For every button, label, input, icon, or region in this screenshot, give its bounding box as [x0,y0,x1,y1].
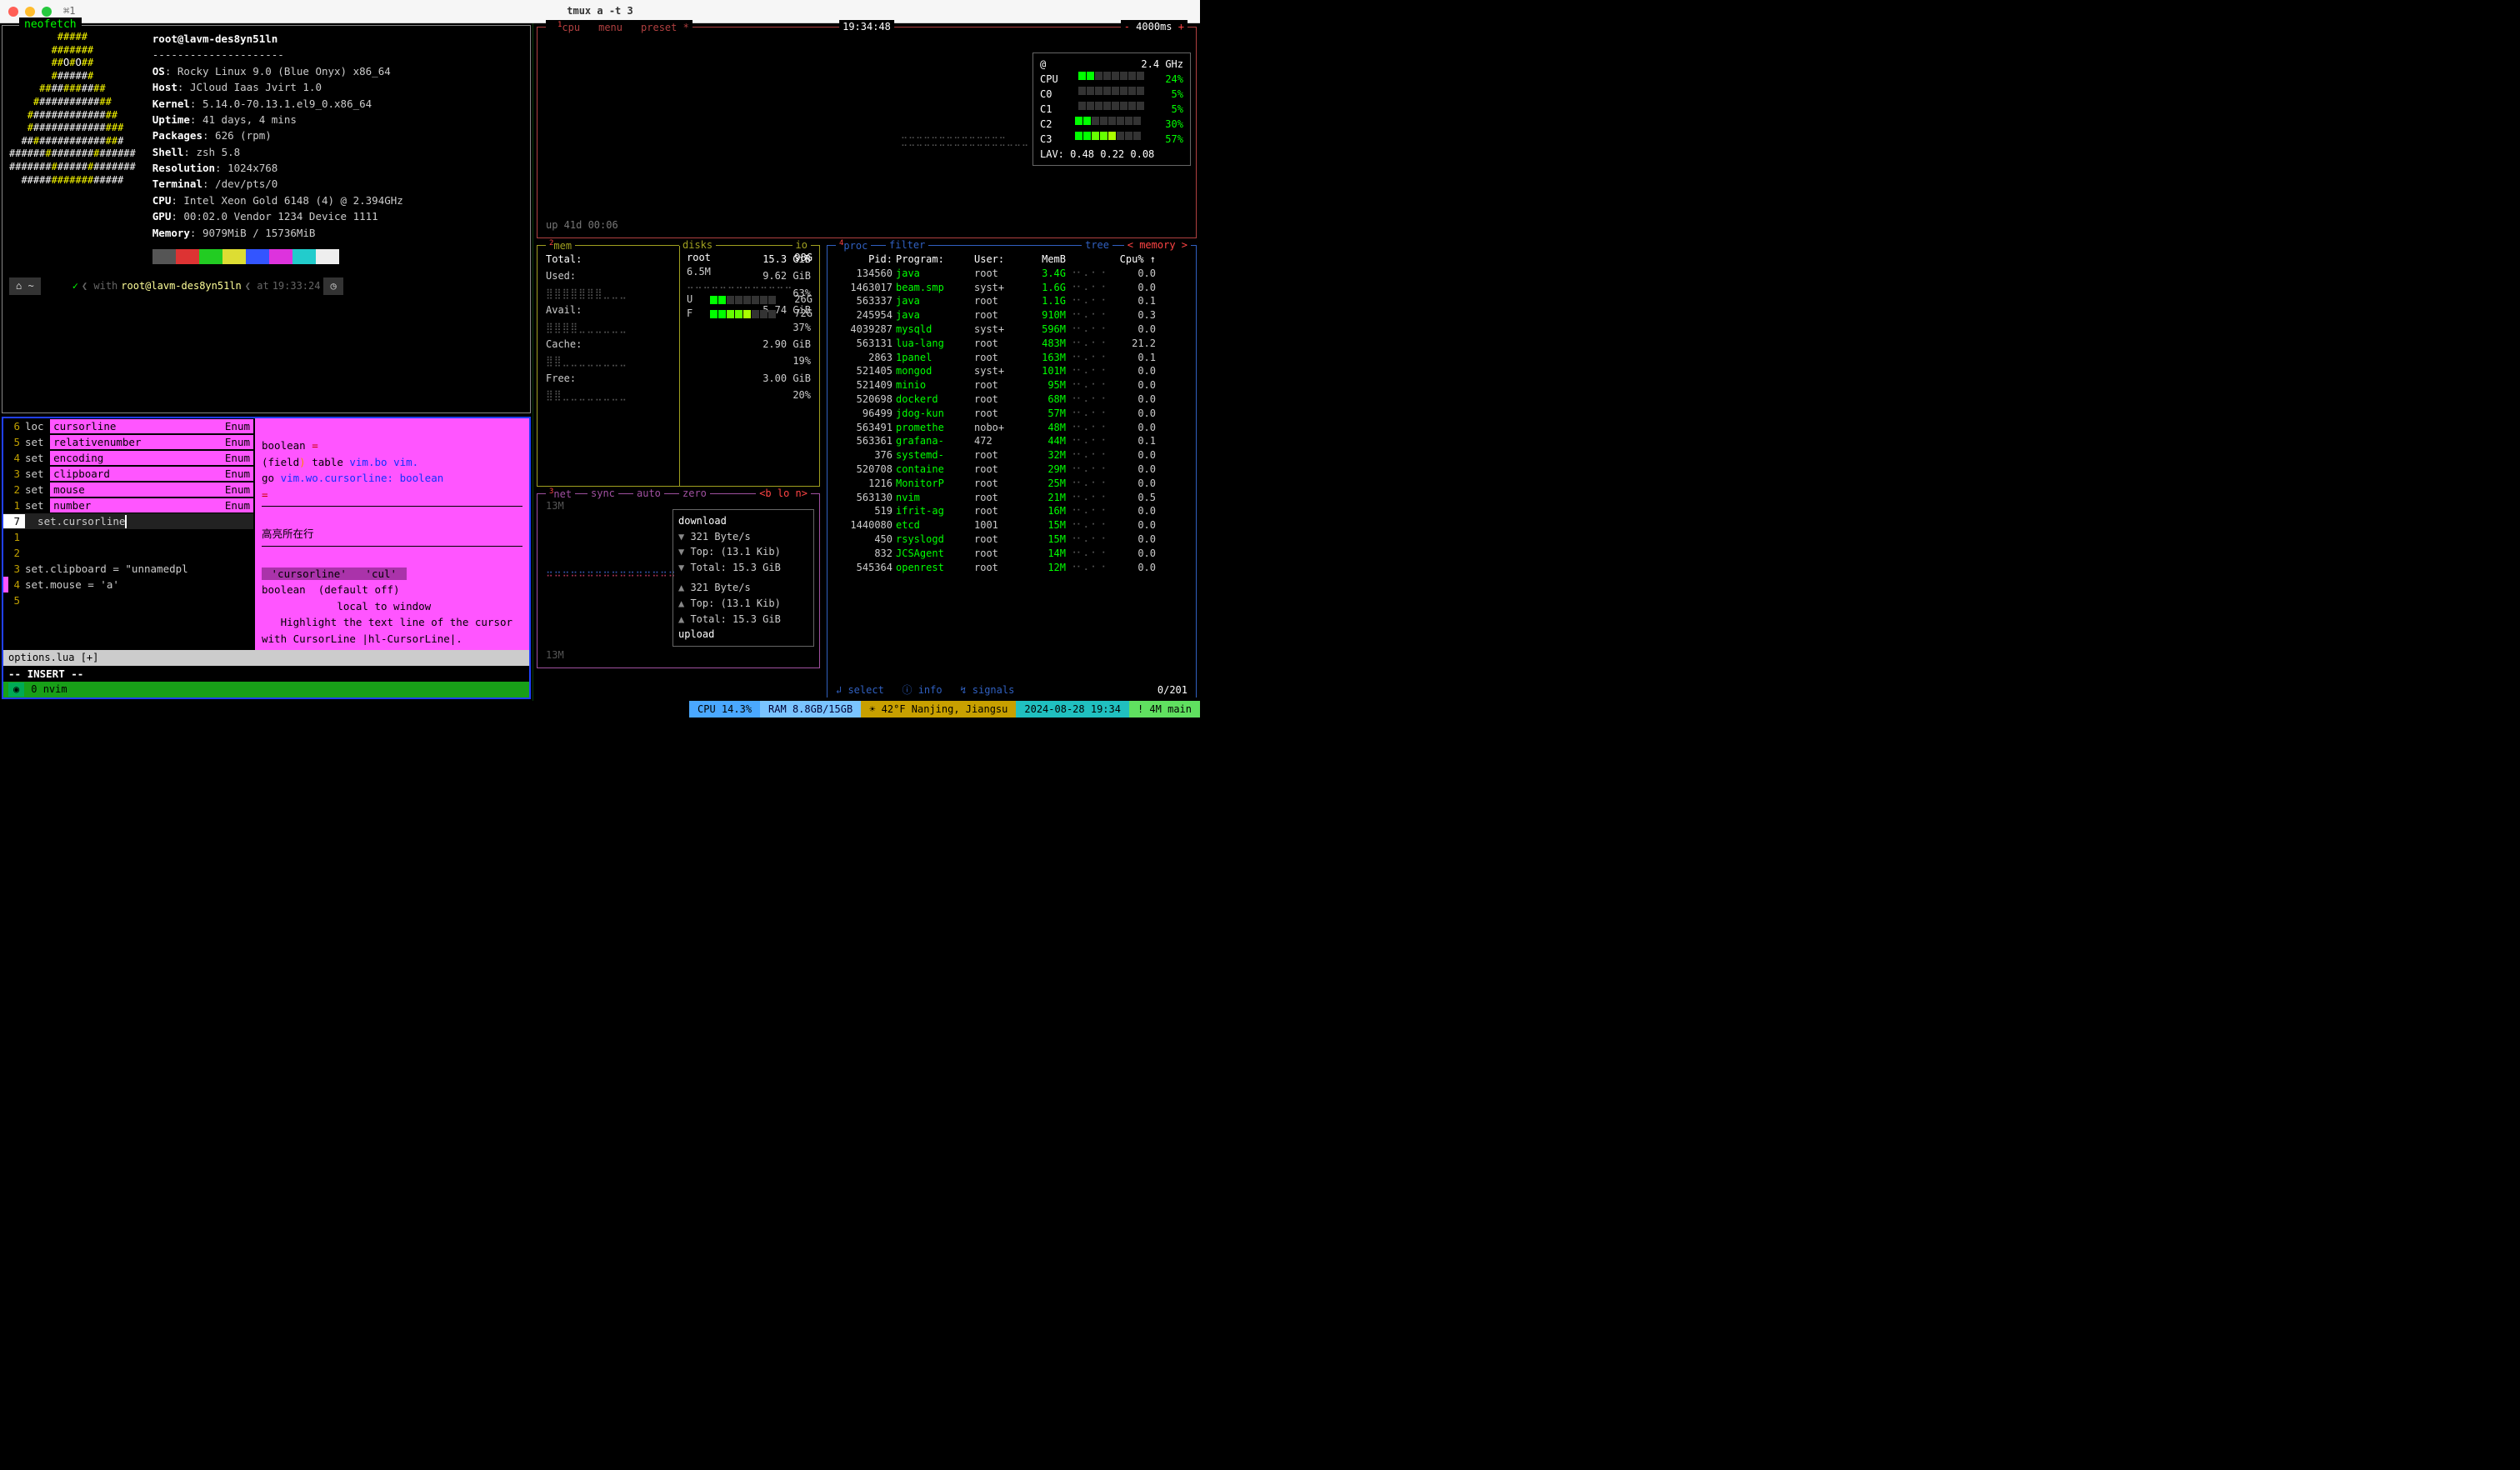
disk-stats: root98G 6.5M ⠤⠤⠤⠤⠤⠤⠤⠤⠤⠤⠤⠤⠤ U 26G F 72G [679,246,819,486]
proc-row[interactable]: 1463017beam.smpsyst+1.6G⠐⠂⠄⠂⠐0.0 [828,281,1196,295]
nvim-statusline: options.lua [+] [3,650,529,666]
cpu-lav: LAV: 0.48 0.22 0.08 [1040,147,1183,162]
proc-row[interactable]: 521405mongodsyst+101M⠐⠂⠄⠂⠐0.0 [828,364,1196,378]
proc-row[interactable]: 563361grafana-47244M⠐⠂⠄⠂⠐0.1 [828,434,1196,448]
cpu-core-row: C05% [1040,87,1183,102]
tmux-statusbar: CPU 14.3% RAM 8.8GB/15GB ☀ 42°F Nanjing,… [0,701,1200,718]
proc-position: 0/201 [1158,683,1188,698]
prompt-home-icon: ⌂ ~ [9,278,41,295]
proc-row[interactable]: 519ifrit-agroot16M⠐⠂⠄⠂⠐0.0 [828,504,1196,518]
zoom-window-button[interactable] [42,7,52,17]
status-cpu: CPU 14.3% [689,701,760,718]
nvim-line[interactable]: 3set.clipboard = "unnamedpl [3,561,253,577]
nvim-current-line[interactable]: 7 set.cursorline [3,513,253,529]
neofetch-title: neofetch [19,18,82,32]
cpu-graph: ⣀⣀⣀⣀⣀⣀⣀⣀⣀⣀⣀⣀⣀⣀⠒⠒⠒⠒⠒⠒⠒⠒⠒⠒⠒⠒⠒⠒⠒⠒⠒ [901,128,1029,153]
proc-row[interactable]: 563131lua-langroot483M⠐⠂⠄⠂⠐21.2 [828,337,1196,351]
nvim-line[interactable]: 4set.mouse = 'a' [3,577,253,592]
proc-info[interactable]: ⓘ info [902,684,942,696]
neofetch-pane[interactable]: neofetch ##### ####### ##O#O## ####### #… [2,25,531,413]
proc-row[interactable]: 832JCSAgentroot14M⠐⠂⠄⠂⠐0.0 [828,547,1196,561]
minimize-window-button[interactable] [25,7,35,17]
proc-footer: ↲ select ⓘ info ↯ signals 0/201 [828,683,1196,698]
net-details: download 321 Byte/s Top: (13.1 Kib) Tota… [672,509,814,647]
proc-row[interactable]: 245954javaroot910M⠐⠂⠄⠂⠐0.3 [828,308,1196,322]
proc-table[interactable]: 134560javaroot3.4G⠐⠂⠄⠂⠐0.01463017beam.sm… [828,267,1196,575]
cpu-core-row: CPU24% [1040,72,1183,87]
btop-cpu-box[interactable]: 1cpu menu preset * 19:34:48 - 4000ms + ⣀… [537,27,1197,238]
status-weather: ☀ 42°F Nanjing, Jiangsu [861,701,1016,718]
userhost: root@lavm-des8yn51ln [152,32,278,45]
proc-row[interactable]: 520698dockerdroot68M⠐⠂⠄⠂⠐0.0 [828,392,1196,407]
nvim-line[interactable]: 1set numberEnum [3,498,253,513]
prompt-time: 19:33:24 [272,279,321,293]
btop-mem-box[interactable]: 2mem disks io Total:15.3 GiB Used:9.62 G… [537,245,820,487]
proc-row[interactable]: 1216MonitorProot25M⠐⠂⠄⠂⠐0.0 [828,477,1196,491]
window-title: tmux a -t 3 [567,4,632,18]
btop-menu-tab[interactable]: menu [598,21,622,35]
nvim-line[interactable]: 5set relativenumberEnum [3,434,253,450]
shell-prompt[interactable]: ⌂ ~ ✓ ❮ with root@lavm-des8yn51ln ❮ at 1… [9,278,523,295]
close-window-button[interactable] [8,7,18,17]
nvim-line[interactable]: 4set encodingEnum [3,450,253,466]
status-session: ! 4M main [1129,701,1200,718]
proc-signals[interactable]: ↯ signals [960,684,1014,696]
nvim-tabline: ◉ 0 nvim [3,682,529,698]
proc-row[interactable]: 450rsyslogdroot15M⠐⠂⠄⠂⠐0.0 [828,532,1196,547]
color-swatches [152,249,403,264]
proc-row[interactable]: 28631panelroot163M⠐⠂⠄⠂⠐0.1 [828,351,1196,365]
proc-tree[interactable]: tree [1082,238,1112,252]
proc-row[interactable]: 1440080etcd100115M⠐⠂⠄⠂⠐0.0 [828,518,1196,532]
nvim-completion-popup[interactable]: boolean = (field) table vim.bo vim. go v… [253,418,529,650]
btop-proc-box[interactable]: 4proc filter tree < memory > Pid: Progra… [827,245,1197,698]
nvim-editor[interactable]: 6loc cursorlineEnum5set relativenumberEn… [3,418,253,650]
proc-row[interactable]: 563337javaroot1.1G⠐⠂⠄⠂⠐0.1 [828,294,1196,308]
btop-net-box[interactable]: 3net sync auto zero <b lo n> 13M ⣀⣀⣀⣀⣀⣀⣀… [537,493,820,668]
nvim-pane[interactable]: 6loc cursorlineEnum5set relativenumberEn… [2,417,531,699]
proc-columns: Pid: Program: User: MemB Cpu% ↑ [828,252,1196,267]
proc-sort[interactable]: < memory > [1124,238,1191,252]
cpu-core-row: C357% [1040,132,1183,147]
proc-select[interactable]: ↲ select [836,684,884,696]
nvim-line[interactable]: 3set clipboardEnum [3,466,253,482]
proc-row[interactable]: 563130nvimroot21M⠐⠂⠄⠂⠐0.5 [828,491,1196,505]
prompt-clock-icon: ◷ [323,278,342,295]
proc-row[interactable]: 521409minioroot95M⠐⠂⠄⠂⠐0.0 [828,378,1196,392]
proc-filter[interactable]: filter [886,238,928,252]
proc-row[interactable]: 545364openrestroot12M⠐⠂⠄⠂⠐0.0 [828,561,1196,575]
nvim-line[interactable]: 5 [3,592,253,608]
nvim-mode: -- INSERT -- [3,666,529,682]
cpu-core-row: C230% [1040,117,1183,132]
neofetch-logo: ##### ####### ##O#O## ####### ##########… [9,31,136,264]
btop-preset-tab[interactable]: preset * [641,21,689,35]
btop-pane[interactable]: 1cpu menu preset * 19:34:48 - 4000ms + ⣀… [533,23,1200,701]
status-ram: RAM 8.8GB/15GB [760,701,861,718]
nvim-line[interactable]: 1 [3,529,253,545]
btop-clock: 19:34:48 [839,20,894,34]
nvim-line[interactable]: 2set mouseEnum [3,482,253,498]
neofetch-info: root@lavm-des8yn51ln -------------------… [152,31,403,264]
nvim-line[interactable]: 2 [3,545,253,561]
proc-row[interactable]: 376systemd-root32M⠐⠂⠄⠂⠐0.0 [828,448,1196,462]
net-scale-bot: 13M [546,648,564,662]
btop-interval: 4000ms [1136,21,1172,32]
proc-row[interactable]: 520708containeroot29M⠐⠂⠄⠂⠐0.0 [828,462,1196,477]
tab-label: ⌘1 [63,4,75,18]
proc-row[interactable]: 563491promethenobo+48M⠐⠂⠄⠂⠐0.0 [828,421,1196,435]
cpu-uptime: up 41d 00:06 [546,218,618,232]
nvim-line[interactable]: 6loc cursorlineEnum [3,418,253,434]
traffic-lights [8,7,52,17]
cpu-core-row: C15% [1040,102,1183,117]
prompt-check-icon: ✓ [72,279,78,293]
proc-row[interactable]: 4039287mysqldsyst+596M⠐⠂⠄⠂⠐0.0 [828,322,1196,337]
status-datetime: 2024-08-28 19:34 [1016,701,1129,718]
proc-row[interactable]: 134560javaroot3.4G⠐⠂⠄⠂⠐0.0 [828,267,1196,281]
btop-interval-minus[interactable]: - [1124,21,1130,32]
proc-row[interactable]: 96499jdog-kunroot57M⠐⠂⠄⠂⠐0.0 [828,407,1196,421]
popup-chinese-desc: 高亮所在行 [262,528,314,540]
cpu-stat-box: @2.4 GHz CPU24%C05%C15%C230%C357% LAV: 0… [1032,52,1191,166]
prompt-userhost: root@lavm-des8yn51ln [121,279,242,293]
btop-interval-plus[interactable]: + [1178,21,1184,32]
